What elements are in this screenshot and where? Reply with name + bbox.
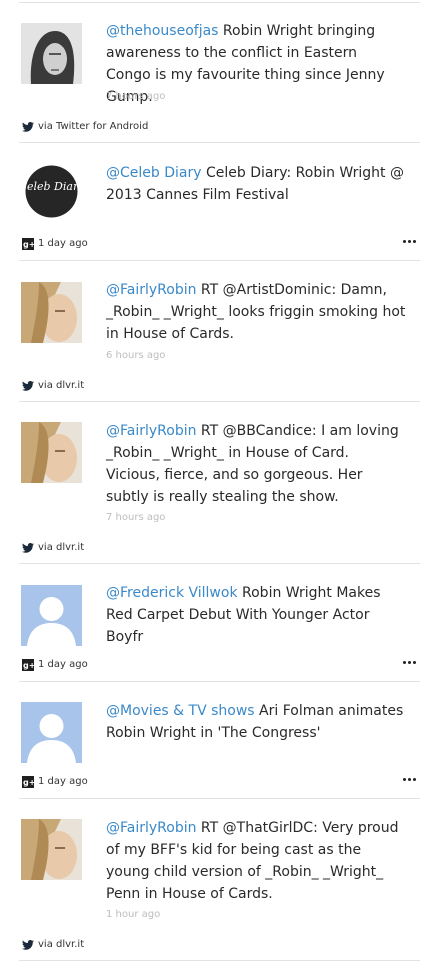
post-text: @Celeb Diary Celeb Diary: Robin Wright @… xyxy=(106,165,404,203)
post-text: @FairlyRobin RT @ArtistDominic: Damn, _R… xyxy=(106,282,406,342)
post-timestamp: 7 hours ago xyxy=(106,512,166,523)
user-handle-link[interactable]: @FairlyRobin xyxy=(106,423,196,439)
user-handle-link[interactable]: @thehouseofjas xyxy=(106,23,218,39)
post-source: via dlvr.it xyxy=(21,938,84,951)
avatar[interactable] xyxy=(21,702,82,763)
avatar[interactable] xyxy=(21,585,82,646)
source-label[interactable]: 1 day ago xyxy=(38,238,88,249)
divider xyxy=(19,681,420,682)
avatar[interactable] xyxy=(21,282,82,343)
source-label[interactable]: via dlvr.it xyxy=(38,380,84,391)
user-handle-link[interactable]: @Celeb Diary xyxy=(106,165,202,181)
user-handle-link[interactable]: @Frederick Villwok xyxy=(106,585,238,601)
divider xyxy=(19,260,420,261)
post-timestamp: 1 hour ago xyxy=(106,909,161,920)
post-text: @FairlyRobin RT @ThatGirlDC: Very proud … xyxy=(106,820,399,902)
post-source: via Twitter for Android xyxy=(21,120,148,133)
source-label[interactable]: 1 day ago xyxy=(38,776,88,787)
divider xyxy=(19,401,420,402)
source-label[interactable]: via Twitter for Android xyxy=(38,121,148,132)
twitter-bird-icon xyxy=(21,541,34,554)
post-source: g+ 1 day ago xyxy=(21,658,88,671)
divider xyxy=(19,798,420,799)
more-options-icon[interactable] xyxy=(403,774,419,784)
user-handle-link[interactable]: @FairlyRobin xyxy=(106,282,196,298)
google-plus-icon: g+ xyxy=(21,775,34,788)
more-options-icon[interactable] xyxy=(403,657,419,667)
source-label[interactable]: via dlvr.it xyxy=(38,542,84,553)
source-label[interactable]: via dlvr.it xyxy=(38,939,84,950)
divider xyxy=(19,142,420,143)
twitter-bird-icon xyxy=(21,938,34,951)
google-plus-icon: g+ xyxy=(21,237,34,250)
avatar[interactable] xyxy=(21,23,82,84)
post-source: g+ 1 day ago xyxy=(21,237,88,250)
svg-text:g+: g+ xyxy=(23,778,34,787)
avatar[interactable] xyxy=(21,819,82,880)
twitter-bird-icon xyxy=(21,379,34,392)
twitter-bird-icon xyxy=(21,120,34,133)
post-source: g+ 1 day ago xyxy=(21,775,88,788)
post-text: @Movies & TV shows Ari Folman animates R… xyxy=(106,703,404,741)
post-timestamp: 7 hours ago xyxy=(106,91,166,102)
divider xyxy=(19,563,420,564)
google-plus-icon: g+ xyxy=(21,658,34,671)
post-timestamp: 6 hours ago xyxy=(106,350,166,361)
svg-text:g+: g+ xyxy=(23,661,34,670)
post-source: via dlvr.it xyxy=(21,541,84,554)
avatar[interactable]: Celeb Diary xyxy=(21,161,82,222)
logo-text: Celeb Diary xyxy=(21,180,82,193)
more-options-icon[interactable] xyxy=(403,236,419,246)
user-handle-link[interactable]: @FairlyRobin xyxy=(106,820,196,836)
source-label[interactable]: 1 day ago xyxy=(38,659,88,670)
post-text: @FairlyRobin RT @BBCandice: I am loving … xyxy=(106,423,399,505)
user-handle-link[interactable]: @Movies & TV shows xyxy=(106,703,255,719)
svg-text:g+: g+ xyxy=(23,240,34,249)
post-source: via dlvr.it xyxy=(21,379,84,392)
divider xyxy=(19,960,420,961)
avatar[interactable] xyxy=(21,422,82,483)
divider xyxy=(19,2,420,3)
post-text: @Frederick Villwok Robin Wright Makes Re… xyxy=(106,585,381,645)
